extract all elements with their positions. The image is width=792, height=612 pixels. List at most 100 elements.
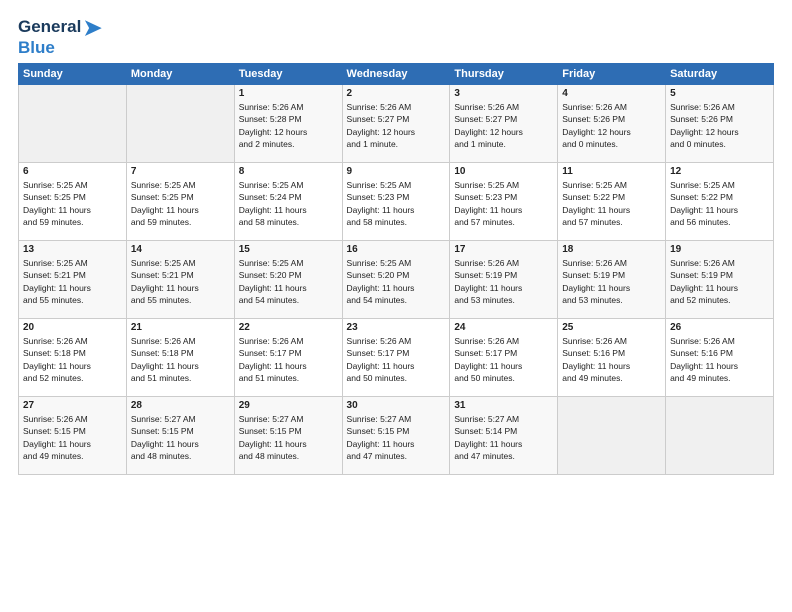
day-info: Sunrise: 5:26 AM Sunset: 5:16 PM Dayligh… — [670, 335, 769, 384]
day-info: Sunrise: 5:25 AM Sunset: 5:21 PM Dayligh… — [23, 257, 122, 306]
day-number: 5 — [670, 88, 769, 99]
calendar-cell: 31 Sunrise: 5:27 AM Sunset: 5:14 PM Dayli… — [450, 396, 558, 474]
day-number: 24 — [454, 322, 553, 333]
header: General➤ Blue — [18, 16, 774, 57]
calendar-cell: 28Sunrise: 5:27 AM Sunset: 5:15 PM Dayli… — [126, 396, 234, 474]
day-number: 11 — [562, 166, 661, 177]
day-info: Sunrise: 5:26 AM Sunset: 5:26 PM Dayligh… — [670, 101, 769, 150]
day-number: 22 — [239, 322, 338, 333]
day-info: Sunrise: 5:25 AM Sunset: 5:25 PM Dayligh… — [131, 179, 230, 228]
calendar-week-3: 13 Sunrise: 5:25 AM Sunset: 5:21 PM Dayli… — [19, 240, 774, 318]
page: General➤ Blue SundayMondayTuesdayWednesd… — [0, 0, 792, 612]
day-info: Sunrise: 5:25 AM Sunset: 5:22 PM Dayligh… — [670, 179, 769, 228]
day-number: 13 — [23, 244, 122, 255]
calendar-cell: 24Sunrise: 5:26 AM Sunset: 5:17 PM Dayli… — [450, 318, 558, 396]
day-info: Sunrise: 5:27 AM Sunset: 5:15 PM Dayligh… — [347, 413, 446, 462]
day-number: 25 — [562, 322, 661, 333]
calendar-cell: 6Sunrise: 5:25 AM Sunset: 5:25 PM Daylig… — [19, 162, 127, 240]
day-number: 7 — [131, 166, 230, 177]
calendar-cell: 5 Sunrise: 5:26 AM Sunset: 5:26 PM Daylig… — [666, 84, 774, 162]
day-info: Sunrise: 5:25 AM Sunset: 5:21 PM Dayligh… — [131, 257, 230, 306]
header-day-thursday: Thursday — [450, 63, 558, 84]
day-info: Sunrise: 5:26 AM Sunset: 5:17 PM Dayligh… — [239, 335, 338, 384]
calendar-cell: 23 Sunrise: 5:26 AM Sunset: 5:17 PM Dayli… — [342, 318, 450, 396]
header-day-saturday: Saturday — [666, 63, 774, 84]
day-info: Sunrise: 5:25 AM Sunset: 5:22 PM Dayligh… — [562, 179, 661, 228]
day-number: 2 — [347, 88, 446, 99]
logo-text: General➤ — [18, 16, 102, 39]
calendar-cell — [558, 396, 666, 474]
calendar-cell — [19, 84, 127, 162]
header-day-friday: Friday — [558, 63, 666, 84]
calendar-cell: 17 Sunrise: 5:26 AM Sunset: 5:19 PM Dayli… — [450, 240, 558, 318]
day-info: Sunrise: 5:25 AM Sunset: 5:23 PM Dayligh… — [454, 179, 553, 228]
calendar-cell: 3 Sunrise: 5:26 AM Sunset: 5:27 PM Daylig… — [450, 84, 558, 162]
calendar-cell: 1 Sunrise: 5:26 AM Sunset: 5:28 PM Daylig… — [234, 84, 342, 162]
day-number: 28 — [131, 400, 230, 411]
calendar-cell: 4Sunrise: 5:26 AM Sunset: 5:26 PM Daylig… — [558, 84, 666, 162]
day-number: 17 — [454, 244, 553, 255]
day-info: Sunrise: 5:26 AM Sunset: 5:19 PM Dayligh… — [454, 257, 553, 306]
calendar-cell: 8 Sunrise: 5:25 AM Sunset: 5:24 PM Daylig… — [234, 162, 342, 240]
calendar-header-row: SundayMondayTuesdayWednesdayThursdayFrid… — [19, 63, 774, 84]
day-number: 3 — [454, 88, 553, 99]
day-info: Sunrise: 5:27 AM Sunset: 5:14 PM Dayligh… — [454, 413, 553, 462]
calendar-cell: 7 Sunrise: 5:25 AM Sunset: 5:25 PM Daylig… — [126, 162, 234, 240]
day-info: Sunrise: 5:26 AM Sunset: 5:18 PM Dayligh… — [131, 335, 230, 384]
day-info: Sunrise: 5:26 AM Sunset: 5:27 PM Dayligh… — [454, 101, 553, 150]
logo-blue: Blue — [18, 39, 102, 57]
calendar-cell — [126, 84, 234, 162]
calendar-cell: 14 Sunrise: 5:25 AM Sunset: 5:21 PM Dayli… — [126, 240, 234, 318]
day-number: 31 — [454, 400, 553, 411]
calendar-cell: 9Sunrise: 5:25 AM Sunset: 5:23 PM Daylig… — [342, 162, 450, 240]
day-info: Sunrise: 5:25 AM Sunset: 5:20 PM Dayligh… — [239, 257, 338, 306]
day-number: 30 — [347, 400, 446, 411]
day-info: Sunrise: 5:26 AM Sunset: 5:28 PM Dayligh… — [239, 101, 338, 150]
calendar-cell: 29Sunrise: 5:27 AM Sunset: 5:15 PM Dayli… — [234, 396, 342, 474]
day-number: 19 — [670, 244, 769, 255]
day-number: 20 — [23, 322, 122, 333]
calendar-cell: 30 Sunrise: 5:27 AM Sunset: 5:15 PM Dayli… — [342, 396, 450, 474]
day-info: Sunrise: 5:26 AM Sunset: 5:27 PM Dayligh… — [347, 101, 446, 150]
day-number: 8 — [239, 166, 338, 177]
day-number: 14 — [131, 244, 230, 255]
header-day-tuesday: Tuesday — [234, 63, 342, 84]
calendar-cell: 27Sunrise: 5:26 AM Sunset: 5:15 PM Dayli… — [19, 396, 127, 474]
day-info: Sunrise: 5:25 AM Sunset: 5:24 PM Dayligh… — [239, 179, 338, 228]
calendar-cell: 11 Sunrise: 5:25 AM Sunset: 5:22 PM Dayli… — [558, 162, 666, 240]
logo: General➤ Blue — [18, 16, 102, 57]
calendar-cell: 26Sunrise: 5:26 AM Sunset: 5:16 PM Dayli… — [666, 318, 774, 396]
day-info: Sunrise: 5:26 AM Sunset: 5:16 PM Dayligh… — [562, 335, 661, 384]
day-number: 29 — [239, 400, 338, 411]
calendar-cell: 19 Sunrise: 5:26 AM Sunset: 5:19 PM Dayli… — [666, 240, 774, 318]
calendar-cell: 18 Sunrise: 5:26 AM Sunset: 5:19 PM Dayli… — [558, 240, 666, 318]
header-day-sunday: Sunday — [19, 63, 127, 84]
calendar-week-4: 20 Sunrise: 5:26 AM Sunset: 5:18 PM Dayli… — [19, 318, 774, 396]
day-info: Sunrise: 5:26 AM Sunset: 5:26 PM Dayligh… — [562, 101, 661, 150]
calendar-cell: 2 Sunrise: 5:26 AM Sunset: 5:27 PM Daylig… — [342, 84, 450, 162]
calendar-week-1: 1 Sunrise: 5:26 AM Sunset: 5:28 PM Daylig… — [19, 84, 774, 162]
calendar-table: SundayMondayTuesdayWednesdayThursdayFrid… — [18, 63, 774, 475]
day-number: 21 — [131, 322, 230, 333]
calendar-cell: 21 Sunrise: 5:26 AM Sunset: 5:18 PM Dayli… — [126, 318, 234, 396]
day-info: Sunrise: 5:26 AM Sunset: 5:19 PM Dayligh… — [562, 257, 661, 306]
calendar-cell: 20 Sunrise: 5:26 AM Sunset: 5:18 PM Dayli… — [19, 318, 127, 396]
calendar-cell: 25 Sunrise: 5:26 AM Sunset: 5:16 PM Dayli… — [558, 318, 666, 396]
calendar-cell: 10 Sunrise: 5:25 AM Sunset: 5:23 PM Dayli… — [450, 162, 558, 240]
calendar-week-5: 27Sunrise: 5:26 AM Sunset: 5:15 PM Dayli… — [19, 396, 774, 474]
day-number: 23 — [347, 322, 446, 333]
day-info: Sunrise: 5:26 AM Sunset: 5:19 PM Dayligh… — [670, 257, 769, 306]
day-number: 15 — [239, 244, 338, 255]
calendar-week-2: 6Sunrise: 5:25 AM Sunset: 5:25 PM Daylig… — [19, 162, 774, 240]
day-info: Sunrise: 5:25 AM Sunset: 5:25 PM Dayligh… — [23, 179, 122, 228]
day-number: 1 — [239, 88, 338, 99]
header-day-monday: Monday — [126, 63, 234, 84]
day-number: 18 — [562, 244, 661, 255]
calendar-body: 1 Sunrise: 5:26 AM Sunset: 5:28 PM Daylig… — [19, 84, 774, 474]
day-info: Sunrise: 5:26 AM Sunset: 5:17 PM Dayligh… — [347, 335, 446, 384]
calendar-cell: 12Sunrise: 5:25 AM Sunset: 5:22 PM Dayli… — [666, 162, 774, 240]
day-info: Sunrise: 5:25 AM Sunset: 5:23 PM Dayligh… — [347, 179, 446, 228]
day-number: 10 — [454, 166, 553, 177]
day-info: Sunrise: 5:26 AM Sunset: 5:18 PM Dayligh… — [23, 335, 122, 384]
day-info: Sunrise: 5:26 AM Sunset: 5:15 PM Dayligh… — [23, 413, 122, 462]
